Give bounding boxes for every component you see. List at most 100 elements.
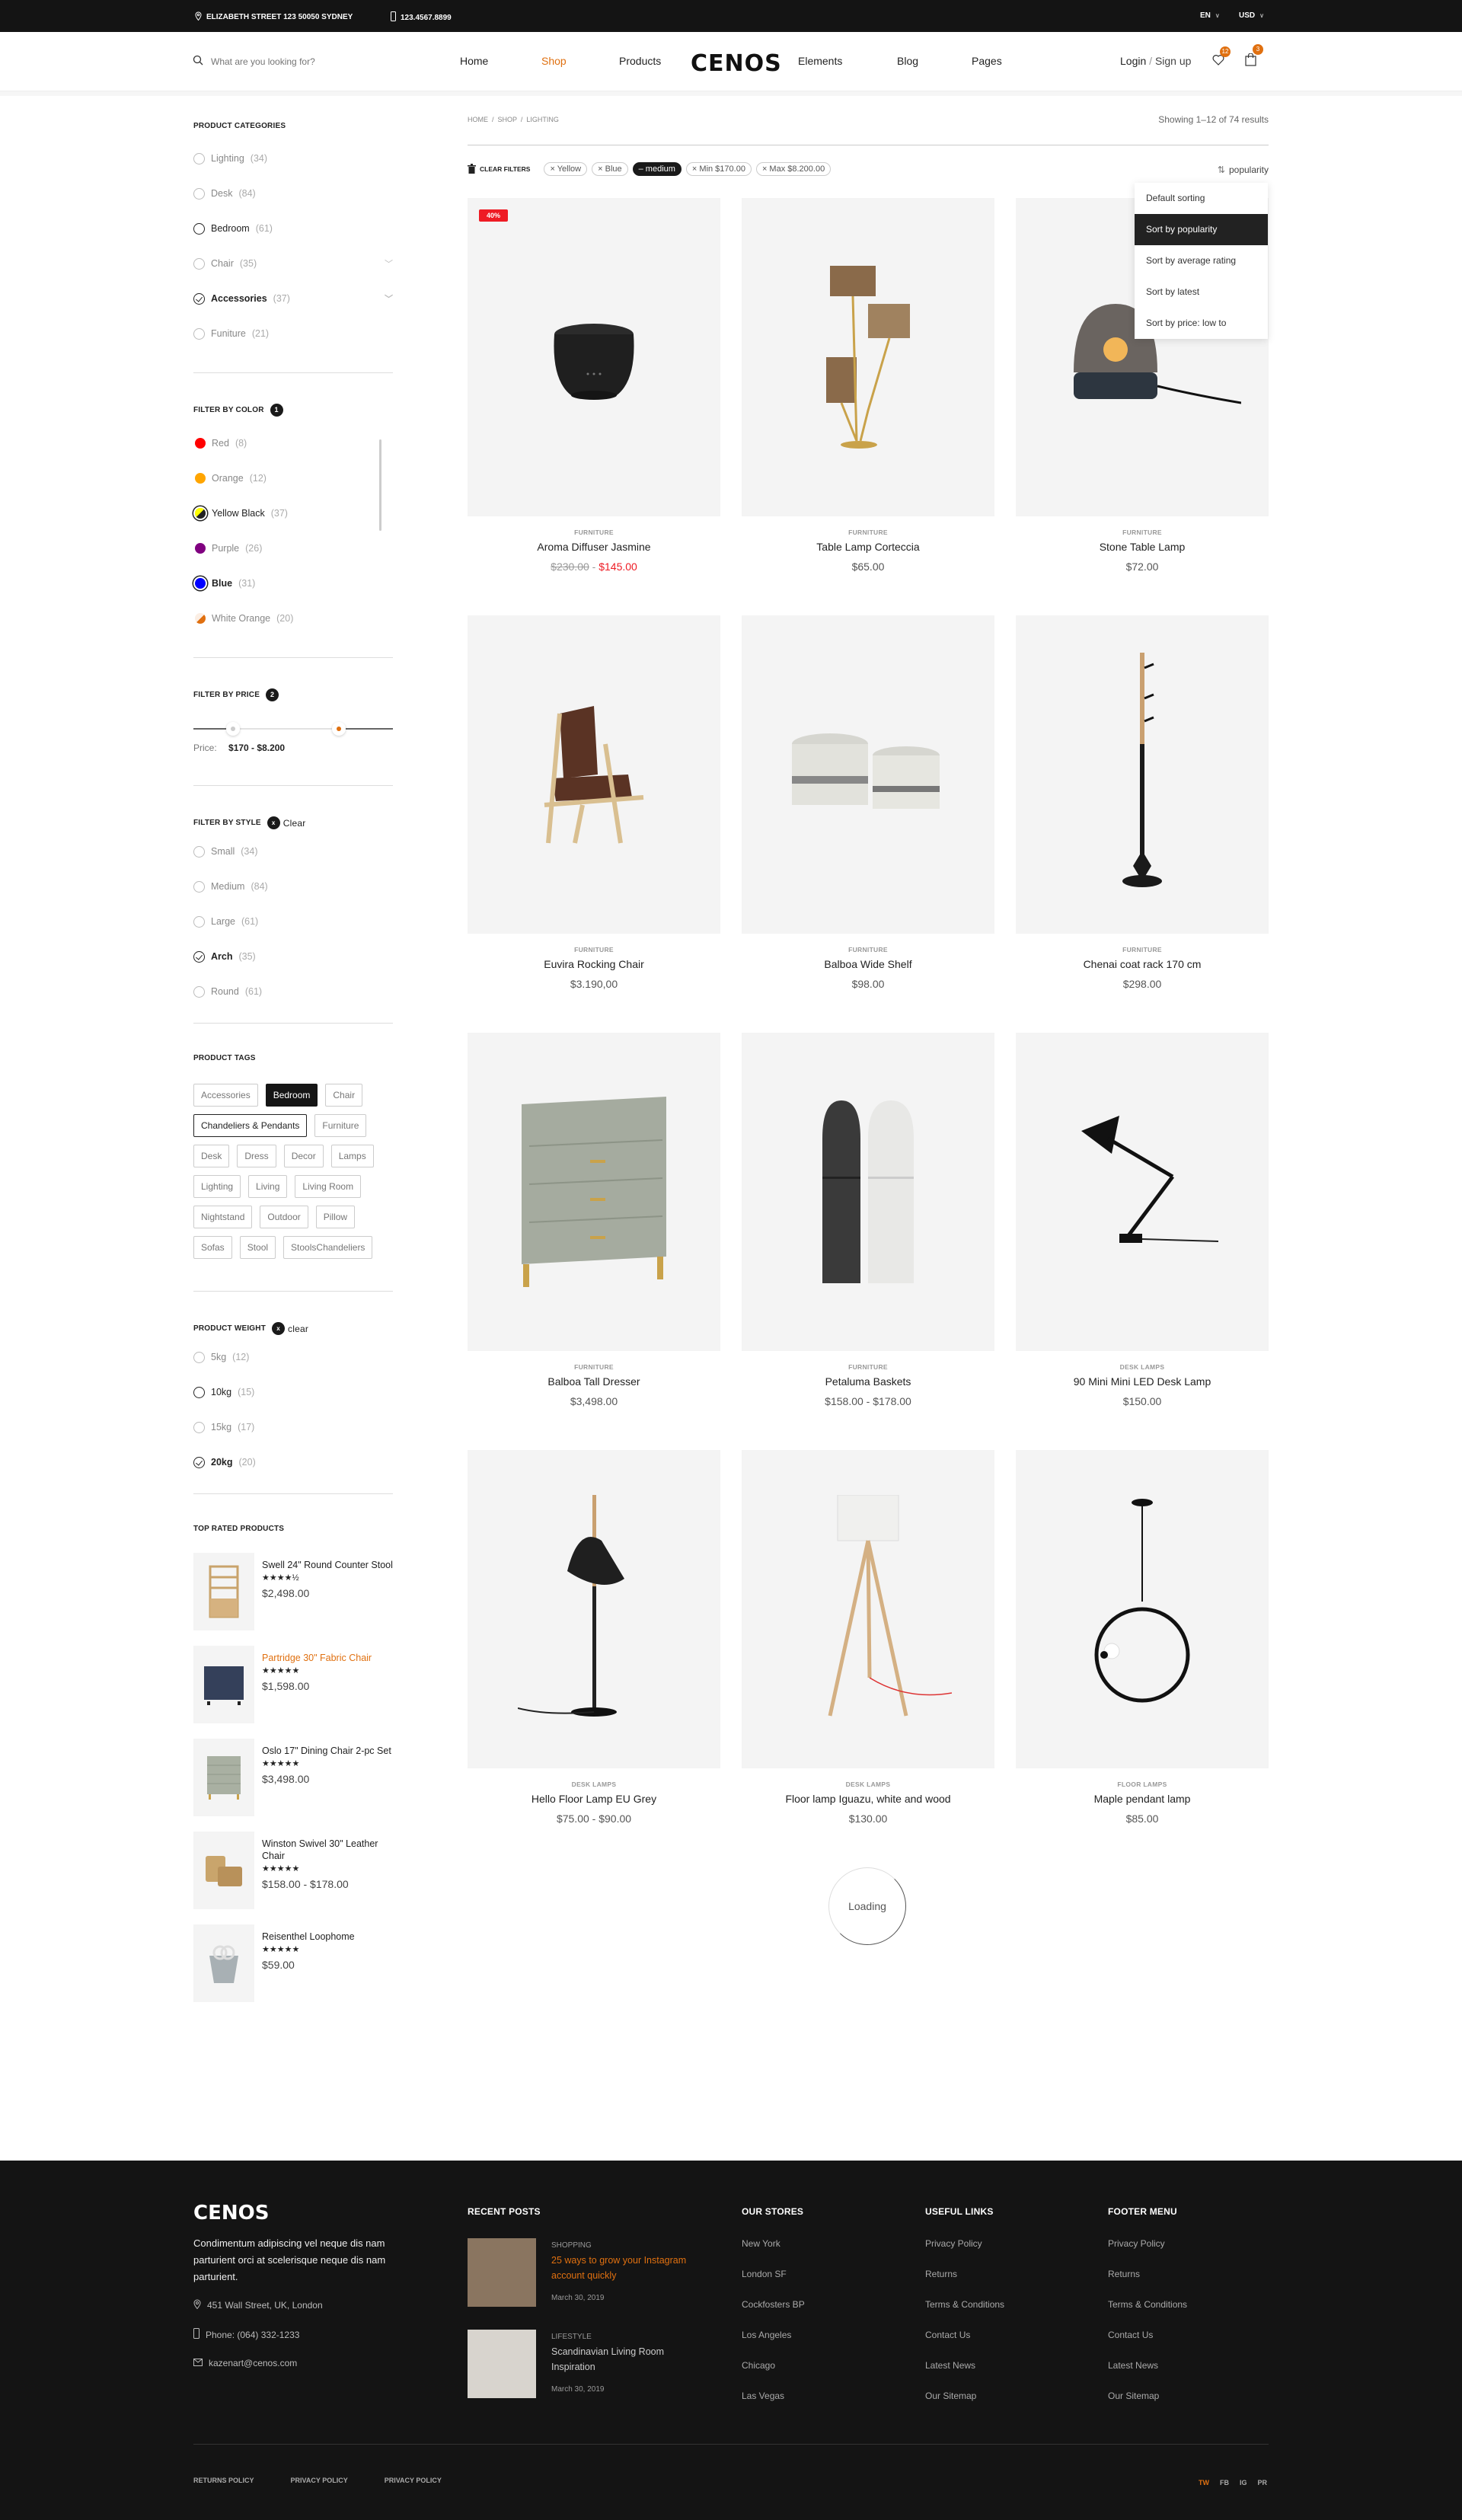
product-name-link[interactable]: Oslo 17" Dining Chair 2-pc Set [262, 1745, 391, 1757]
product-name[interactable]: Maple pendant lamp [1016, 1793, 1269, 1805]
product-image[interactable] [468, 1033, 720, 1351]
color-option-blue[interactable]: Blue (31) [193, 566, 393, 601]
social-link-ig[interactable]: IG [1240, 2479, 1247, 2486]
tag-stoolschandeliers[interactable]: StoolsChandeliers [283, 1236, 373, 1259]
product-name-link[interactable]: Winston Swivel 30" Leather Chair [262, 1838, 393, 1862]
footer-link-cockfosters-bp[interactable]: Cockfosters BP [742, 2299, 805, 2310]
product-card[interactable]: DESK LAMPS Hello Floor Lamp EU Grey $75.00… [468, 1450, 720, 1825]
sort-option-sort-by-price-low-to[interactable]: Sort by price: low to [1135, 308, 1268, 339]
product-name-link[interactable]: Swell 24" Round Counter Stool [262, 1559, 393, 1571]
radio-button[interactable] [193, 915, 205, 928]
product-card[interactable]: FURNITURE Euvira Rocking Chair $3.190,00 [468, 615, 720, 990]
recent-post[interactable]: SHOPPING 25 ways to grow your Instagram a… [468, 2238, 696, 2307]
clear-filters-button[interactable]: CLEAR FILTERS [468, 163, 530, 175]
breadcrumb-shop[interactable]: SHOP [498, 116, 517, 123]
price-range-slider[interactable] [193, 721, 393, 736]
price-min-handle[interactable] [226, 722, 241, 736]
tag-accessories[interactable]: Accessories [193, 1084, 258, 1107]
tag-bedroom[interactable]: Bedroom [265, 1084, 318, 1107]
product-image[interactable] [742, 198, 994, 516]
filter-option-desk[interactable]: Desk (84) [193, 176, 393, 211]
cart-button[interactable]: 3 [1245, 44, 1263, 70]
sort-option-default-sorting[interactable]: Default sorting [1135, 183, 1268, 214]
wishlist-button[interactable]: 12 [1212, 46, 1231, 69]
filter-chip-yellow[interactable]: × Yellow [544, 162, 588, 176]
product-category[interactable]: FURNITURE [1016, 946, 1269, 953]
site-logo[interactable]: CENOS [691, 50, 782, 77]
weight-clear-x-icon[interactable]: x [272, 1322, 286, 1335]
product-name[interactable]: Aroma Diffuser Jasmine [468, 541, 720, 553]
product-image[interactable]: 40% [468, 198, 720, 516]
post-category[interactable]: SHOPPING [551, 2241, 696, 2250]
product-name[interactable]: Petaluma Baskets [742, 1375, 994, 1388]
product-thumbnail[interactable] [193, 1739, 254, 1816]
footer-link-returns[interactable]: Returns [925, 2269, 1004, 2279]
tag-decor[interactable]: Decor [283, 1145, 324, 1167]
footer-link-privacy-policy[interactable]: Privacy Policy [1108, 2238, 1187, 2249]
product-image[interactable] [1016, 1450, 1269, 1768]
product-thumbnail[interactable] [193, 1553, 254, 1630]
filter-option-5kg[interactable]: 5kg (12) [193, 1340, 393, 1375]
post-category[interactable]: LIFESTYLE [551, 2333, 696, 2341]
product-category[interactable]: DESK LAMPS [468, 1781, 720, 1788]
style-clear-button[interactable]: Clear [283, 818, 306, 829]
footer-link-returns[interactable]: Returns [1108, 2269, 1187, 2279]
nav-pages[interactable]: Pages [972, 55, 1002, 67]
tag-lighting[interactable]: Lighting [193, 1175, 241, 1198]
language-select[interactable]: EN ∨ [1200, 11, 1220, 20]
tag-dress[interactable]: Dress [237, 1145, 276, 1167]
search-bar[interactable] [193, 55, 348, 68]
color-option-orange[interactable]: Orange (12) [193, 461, 393, 496]
product-name[interactable]: Balboa Tall Dresser [468, 1375, 720, 1388]
radio-button[interactable] [193, 985, 205, 998]
footer-link-latest-news[interactable]: Latest News [1108, 2360, 1187, 2371]
color-option-red[interactable]: Red (8) [193, 426, 393, 461]
filter-option-small[interactable]: Small (34) [193, 834, 393, 869]
product-card[interactable]: FURNITURE Table Lamp Corteccia $65.00 [742, 198, 994, 573]
bottom-link-returns-policy[interactable]: RETURNS POLICY [193, 2477, 254, 2484]
product-category[interactable]: DESK LAMPS [742, 1781, 994, 1788]
product-category[interactable]: FURNITURE [468, 946, 720, 953]
footer-link-las-vegas[interactable]: Las Vegas [742, 2391, 805, 2401]
product-name-link[interactable]: Partridge 30" Fabric Chair [262, 1652, 372, 1664]
tag-lamps[interactable]: Lamps [330, 1145, 374, 1167]
breadcrumb-home[interactable]: HOME [468, 116, 488, 123]
footer-email[interactable]: kazenart@cenos.com [193, 2358, 422, 2368]
product-card[interactable]: FURNITURE Balboa Wide Shelf $98.00 [742, 615, 994, 990]
product-thumbnail[interactable] [193, 1646, 254, 1723]
product-category[interactable]: FURNITURE [468, 1363, 720, 1371]
radio-button[interactable] [193, 187, 205, 200]
filter-option-20kg[interactable]: 20kg (20) [193, 1445, 393, 1480]
radio-button[interactable] [193, 950, 205, 963]
filter-option-lighting[interactable]: Lighting (34) [193, 141, 393, 176]
product-name[interactable]: 90 Mini Mini LED Desk Lamp [1016, 1375, 1269, 1388]
nav-blog[interactable]: Blog [897, 55, 918, 67]
top-rated-item[interactable]: Oslo 17" Dining Chair 2-pc Set ★★★★★ $3,49… [193, 1739, 393, 1816]
filter-option-chair[interactable]: Chair (35) ﹀ [193, 246, 393, 281]
product-category[interactable]: DESK LAMPS [1016, 1363, 1269, 1371]
nav-shop[interactable]: Shop [541, 55, 567, 67]
tag-living[interactable]: Living [248, 1175, 288, 1198]
footer-link-terms-conditions[interactable]: Terms & Conditions [925, 2299, 1004, 2310]
product-name-link[interactable]: Reisenthel Loophome [262, 1931, 355, 1943]
filter-option-large[interactable]: Large (61) [193, 904, 393, 939]
chevron-down-icon[interactable]: ﹀ [385, 257, 393, 270]
radio-button[interactable] [193, 1421, 205, 1433]
bottom-link-privacy-policy[interactable]: PRIVACY POLICY [385, 2477, 442, 2484]
color-option-white-orange[interactable]: White Orange (20) [193, 601, 393, 636]
tag-nightstand[interactable]: Nightstand [193, 1206, 253, 1228]
product-name[interactable]: Table Lamp Corteccia [742, 541, 994, 553]
radio-button[interactable] [193, 152, 205, 164]
search-input[interactable] [211, 56, 348, 67]
radio-button[interactable] [193, 327, 205, 340]
tag-furniture[interactable]: Furniture [314, 1114, 367, 1137]
filter-chip-min-170-00[interactable]: × Min $170.00 [685, 162, 752, 176]
filter-option-medium[interactable]: Medium (84) [193, 869, 393, 904]
product-image[interactable] [742, 615, 994, 934]
radio-button[interactable] [193, 1351, 205, 1363]
footer-link-london-sf[interactable]: London SF [742, 2269, 805, 2279]
top-rated-item[interactable]: Partridge 30" Fabric Chair ★★★★★ $1,598.00 [193, 1646, 393, 1723]
filter-chip-medium[interactable]: – medium [632, 162, 682, 176]
sort-option-sort-by-average-rating[interactable]: Sort by average rating [1135, 245, 1268, 276]
nav-elements[interactable]: Elements [798, 55, 842, 67]
